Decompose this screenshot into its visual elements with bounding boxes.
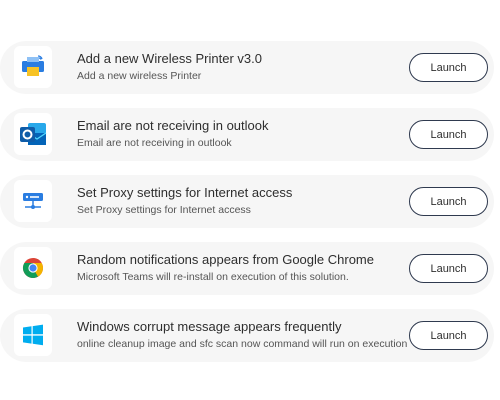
solution-card-wireless-printer: Add a new Wireless Printer v3.0 Add a ne…	[0, 41, 494, 94]
solution-title: Set Proxy settings for Internet access	[77, 185, 293, 200]
solution-card-windows-corrupt: Windows corrupt message appears frequent…	[0, 309, 494, 362]
launch-button[interactable]: Launch	[409, 254, 488, 283]
solution-subtitle: online cleanup image and sfc scan now co…	[77, 338, 408, 350]
solution-subtitle: Add a new wireless Printer	[77, 70, 202, 82]
launch-button[interactable]: Launch	[409, 53, 488, 82]
solution-title: Add a new Wireless Printer v3.0	[77, 51, 262, 66]
solution-card-proxy-settings: Set Proxy settings for Internet access S…	[0, 175, 494, 228]
proxy-network-icon	[14, 180, 52, 222]
launch-button[interactable]: Launch	[409, 321, 488, 350]
solution-card-outlook: Email are not receiving in outlook Email…	[0, 108, 494, 161]
solution-title: Email are not receiving in outlook	[77, 118, 269, 133]
solution-subtitle: Set Proxy settings for Internet access	[77, 204, 251, 216]
chrome-icon	[14, 247, 52, 289]
solution-card-chrome-notifications: Random notifications appears from Google…	[0, 242, 494, 295]
solution-title: Windows corrupt message appears frequent…	[77, 319, 342, 334]
launch-button[interactable]: Launch	[409, 120, 488, 149]
windows-icon	[14, 314, 52, 356]
printer-icon	[14, 46, 52, 88]
solution-title: Random notifications appears from Google…	[77, 252, 374, 267]
outlook-icon	[14, 113, 52, 155]
solution-subtitle: Microsoft Teams will re-install on execu…	[77, 271, 349, 283]
launch-button[interactable]: Launch	[409, 187, 488, 216]
solution-subtitle: Email are not receiving in outlook	[77, 137, 232, 149]
